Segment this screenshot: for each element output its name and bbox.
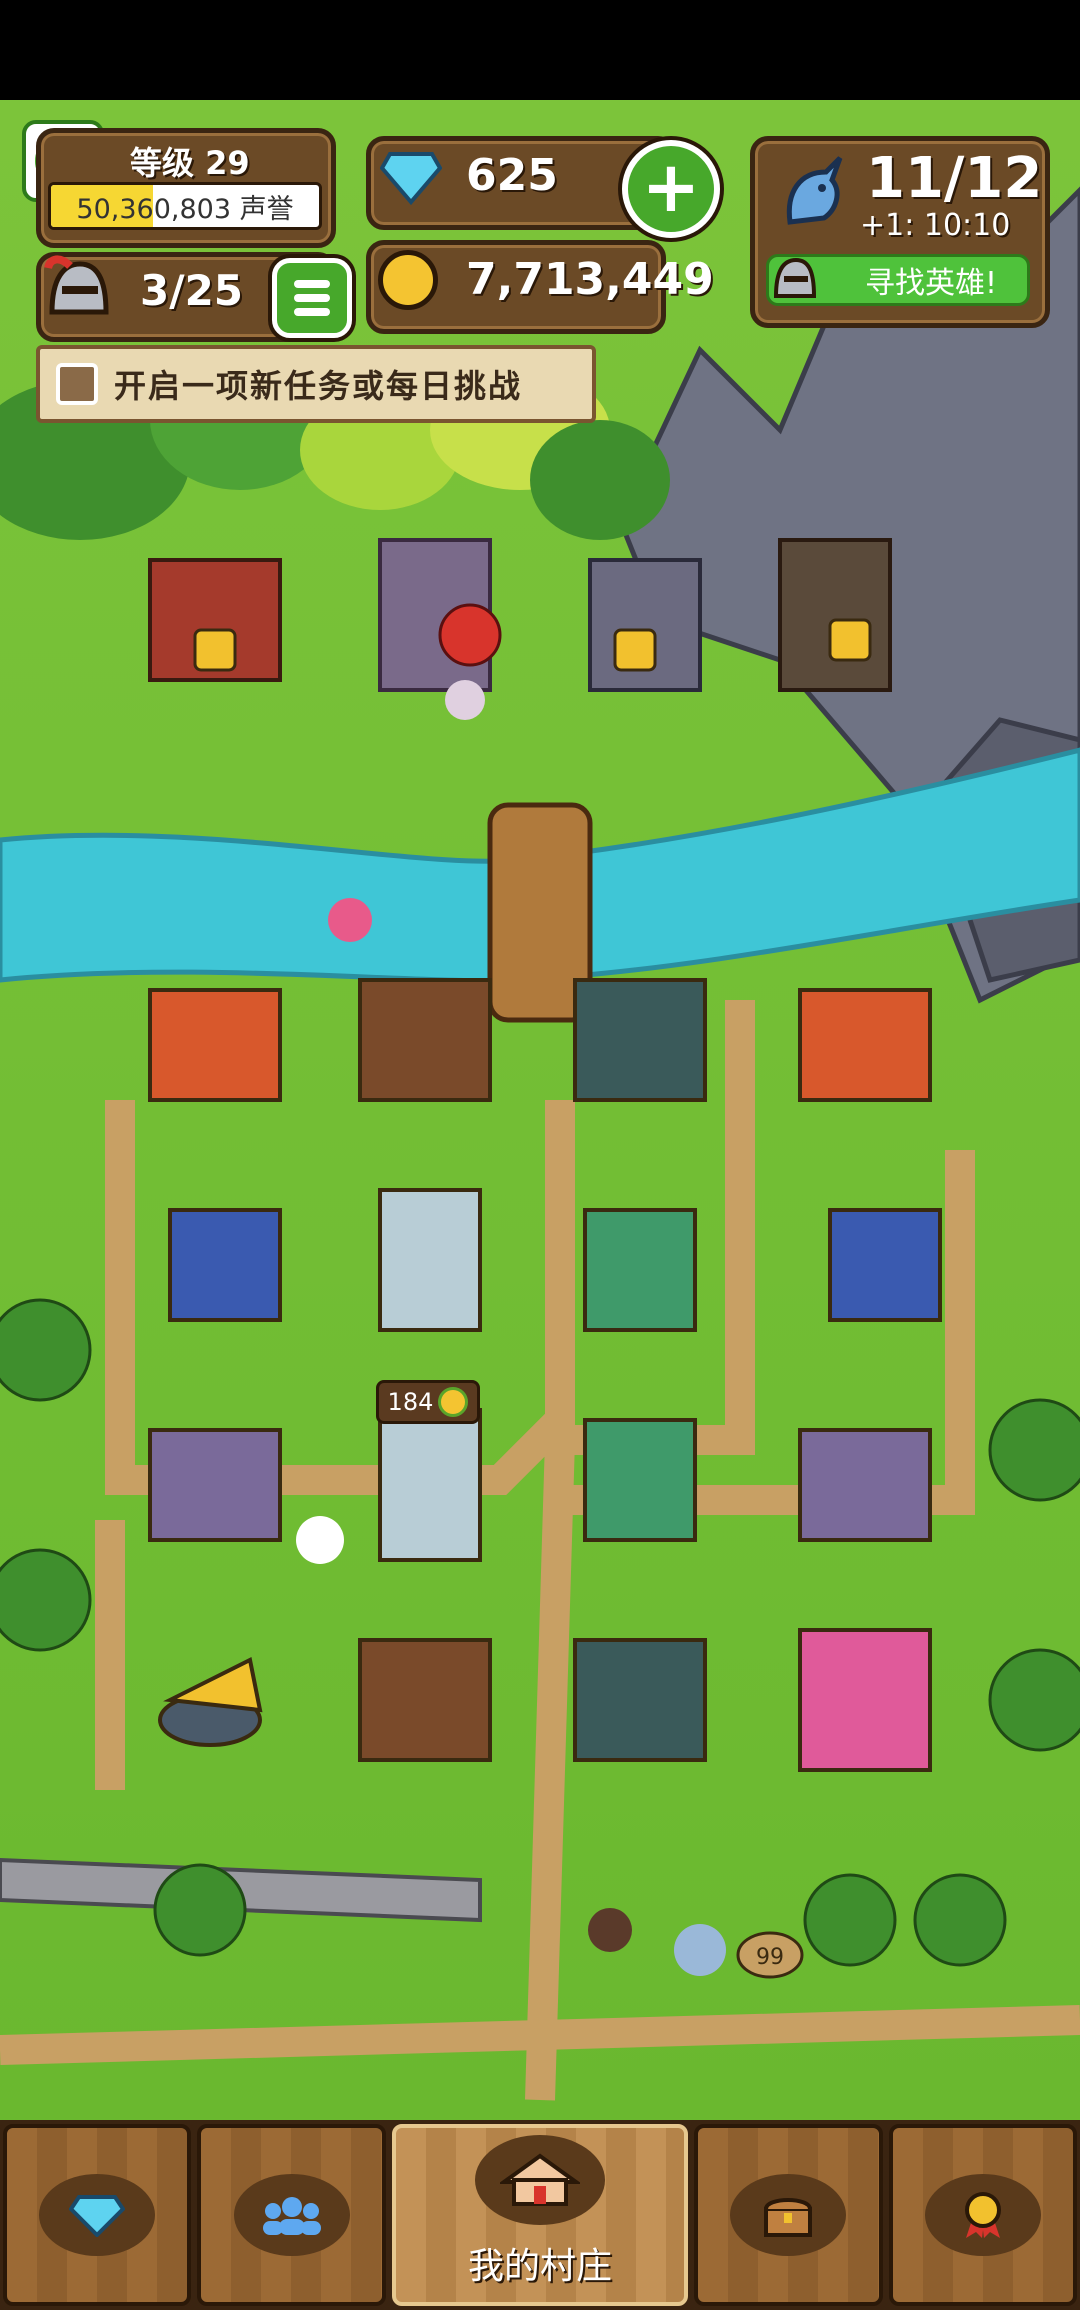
hero-list-button[interactable]: [272, 258, 352, 338]
gold-coin-icon: [378, 250, 438, 310]
tab-my-village-label: 我的村庄: [468, 2246, 613, 2287]
chest-icon: [730, 2174, 847, 2256]
quest-checkbox[interactable]: [56, 363, 98, 405]
stack-badge: 99: [736, 1931, 804, 1979]
stack-count: 99: [756, 1945, 784, 1970]
quest-text: 开启一项新任务或每日挑战: [114, 367, 523, 405]
medal-icon: [924, 2174, 1041, 2256]
tab-my-village[interactable]: 我的村庄: [391, 2124, 689, 2306]
coin-icon: [438, 1387, 469, 1417]
building-price-tag[interactable]: 184: [376, 1380, 480, 1424]
tab-heroes[interactable]: [197, 2124, 386, 2306]
buy-gems-button[interactable]: +: [622, 140, 720, 238]
price-value: 184: [387, 1388, 434, 1416]
locked-buildings: [148, 538, 892, 692]
bottom-nav: 我的村庄: [0, 2120, 1080, 2310]
heroes-count: 3/25: [140, 266, 244, 315]
tab-shop[interactable]: [3, 2124, 192, 2306]
diamond-icon: [379, 148, 443, 206]
gold-count: 7,713,449: [466, 254, 714, 305]
tab-achievements[interactable]: [888, 2124, 1078, 2306]
find-hero-label: 寻找英雄!: [864, 266, 997, 301]
gems-count: 625: [466, 150, 558, 201]
level-label: 等级 29: [130, 144, 250, 182]
roster-count: 11/12: [866, 146, 1043, 211]
tab-chests[interactable]: [694, 2124, 883, 2306]
honor-text: 50,360,803 声誉: [76, 193, 294, 225]
gem-icon: [39, 2174, 156, 2256]
heroes-icon: [233, 2174, 350, 2256]
status-bar: [0, 0, 1080, 100]
village-icon: [475, 2135, 605, 2225]
roster-timer: +1: 10:10: [860, 208, 1011, 243]
knight-helmet-icon: [40, 252, 116, 328]
quest-banner[interactable]: 开启一项新任务或每日挑战: [36, 345, 596, 423]
unicorn-icon: [770, 152, 854, 236]
find-hero-helmet-icon: [768, 252, 820, 304]
honor-bar: 50,360,803 声誉: [48, 182, 322, 230]
